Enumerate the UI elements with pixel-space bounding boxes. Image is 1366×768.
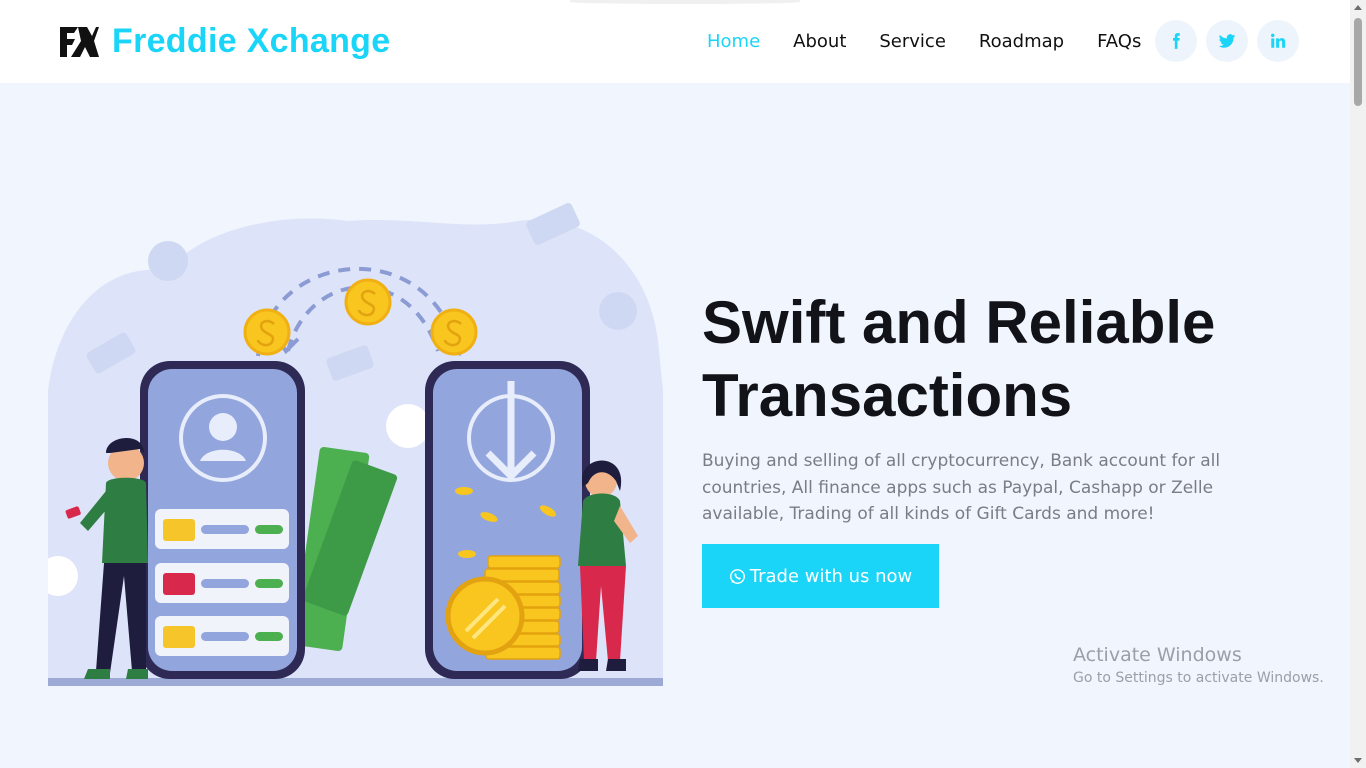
facebook-link[interactable] xyxy=(1155,20,1197,62)
hero-title-line-2: Transactions xyxy=(702,362,1073,429)
twitter-link[interactable] xyxy=(1206,20,1248,62)
linkedin-link[interactable] xyxy=(1257,20,1299,62)
facebook-icon xyxy=(1173,33,1180,49)
whatsapp-icon xyxy=(729,568,745,584)
twitter-icon xyxy=(1218,34,1236,48)
hero-section: Swift and Reliable Transactions Buying a… xyxy=(0,83,1350,768)
fx-logo-icon xyxy=(60,26,99,57)
linkedin-icon xyxy=(1271,33,1286,48)
windows-activation-watermark: Activate Windows Go to Settings to activ… xyxy=(1073,643,1324,689)
nav-about[interactable]: About xyxy=(793,30,846,54)
trade-now-button[interactable]: Trade with us now xyxy=(702,544,939,608)
scroll-down-arrow-icon[interactable] xyxy=(1354,758,1362,763)
watermark-subtitle: Go to Settings to activate Windows. xyxy=(1073,670,1324,686)
watermark-title: Activate Windows xyxy=(1073,644,1242,666)
brand-name: Freddie Xchange xyxy=(112,22,391,60)
scrollbar-thumb[interactable] xyxy=(1354,18,1362,106)
site-header: Freddie Xchange Home About Service Roadm… xyxy=(0,0,1350,83)
hero-title-line-1: Swift and Reliable xyxy=(702,289,1216,356)
main-nav: Home About Service Roadmap FAQs xyxy=(707,30,1141,54)
scroll-up-arrow-icon[interactable] xyxy=(1354,5,1362,10)
page-scrollbar[interactable] xyxy=(1350,0,1366,768)
brand-logo-link[interactable]: Freddie Xchange xyxy=(58,22,390,61)
trade-now-label: Trade with us now xyxy=(749,565,913,587)
header-shadow-decoration xyxy=(570,0,800,4)
nav-faqs[interactable]: FAQs xyxy=(1097,30,1141,54)
nav-roadmap[interactable]: Roadmap xyxy=(979,30,1064,54)
nav-home[interactable]: Home xyxy=(707,30,760,54)
money-transfer-illustration xyxy=(48,202,663,686)
hero-title: Swift and Reliable Transactions xyxy=(702,286,1322,432)
nav-service[interactable]: Service xyxy=(879,30,946,54)
social-links xyxy=(1155,20,1299,62)
hero-description: Buying and selling of all cryptocurrency… xyxy=(702,451,1221,524)
